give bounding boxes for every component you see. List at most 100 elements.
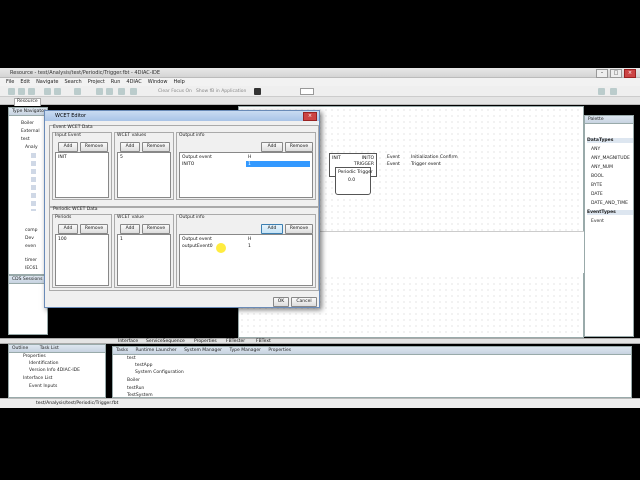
tab-system-manager[interactable]: System Manager: [184, 348, 222, 353]
tree-item[interactable]: IEC61: [25, 266, 38, 271]
tab-fbtext[interactable]: FBText: [256, 339, 271, 344]
fb-output-inito[interactable]: INITO: [362, 156, 374, 161]
menu-4diac[interactable]: 4DIAC: [126, 79, 141, 85]
menu-edit[interactable]: Edit: [20, 79, 30, 85]
remove-input-event-button[interactable]: Remove: [80, 142, 108, 152]
palette-item[interactable]: ANY: [591, 147, 600, 152]
output-info-table-1[interactable]: Output event H INITO 1: [179, 152, 313, 198]
list-item[interactable]: 100: [58, 237, 67, 242]
close-window-button[interactable]: ×: [624, 69, 636, 78]
palette-item[interactable]: DATE_AND_TIME: [591, 201, 628, 206]
maximize-button[interactable]: □: [610, 69, 622, 78]
wcet-values-list[interactable]: 5: [117, 152, 171, 198]
table-cell-h[interactable]: 1: [248, 162, 251, 167]
zoom-icon[interactable]: [254, 88, 261, 95]
menu-search[interactable]: Search: [65, 79, 82, 85]
outline-item[interactable]: Properties: [23, 354, 46, 359]
wcet-value-list[interactable]: 1: [117, 234, 171, 286]
remove-wcet-period-button[interactable]: Remove: [142, 224, 170, 234]
cancel-button[interactable]: Cancel: [291, 297, 317, 307]
output-info-table-2[interactable]: Output event H outputEvent0 1: [179, 234, 313, 286]
list-item[interactable]: 5: [120, 155, 123, 160]
run-icon[interactable]: [54, 88, 61, 95]
add-output-info-button[interactable]: Add: [261, 142, 283, 152]
new-icon[interactable]: [8, 88, 15, 95]
tab-tasks[interactable]: Tasks: [116, 348, 128, 353]
palette-item[interactable]: Event: [591, 219, 604, 224]
clear-focus-button[interactable]: Clear Focus On: [158, 89, 192, 94]
list-item[interactable]: INIT: [58, 155, 67, 160]
add-period-button[interactable]: Add: [58, 224, 78, 234]
outline-item[interactable]: Interface List: [23, 376, 52, 381]
debug-icon[interactable]: [44, 88, 51, 95]
task-item[interactable]: testRun: [127, 386, 144, 391]
task-item[interactable]: testApp: [135, 363, 152, 368]
ok-button[interactable]: OK: [273, 297, 289, 307]
menu-project[interactable]: Project: [88, 79, 105, 85]
tree-item[interactable]: Analy: [25, 145, 38, 150]
palette-item[interactable]: BOOL: [591, 174, 604, 179]
menu-run[interactable]: Run: [111, 79, 121, 85]
palette-category-eventtypes[interactable]: EventTypes: [587, 210, 633, 215]
tab-task-list[interactable]: Task List: [40, 346, 59, 351]
tree-item[interactable]: Dev: [25, 236, 34, 241]
palette-item[interactable]: DATE: [591, 192, 603, 197]
remove-wcet-value-button[interactable]: Remove: [142, 142, 170, 152]
remove-output-info-button[interactable]: Remove: [285, 142, 313, 152]
tree-item[interactable]: Boiler: [21, 121, 34, 126]
tab-type-manager[interactable]: Type Manager: [229, 348, 261, 353]
add-input-event-button[interactable]: Add: [58, 142, 78, 152]
zoom-combo[interactable]: [300, 88, 314, 95]
palette-item[interactable]: ANY_MAGNITUDE: [591, 156, 630, 161]
outline-item[interactable]: Version Info 4DIAC-IDE: [29, 368, 80, 373]
tab-properties-bottom[interactable]: Properties: [268, 348, 291, 353]
tab-runtime-launcher[interactable]: Runtime Launcher: [136, 348, 177, 353]
remove-periodic-output-button[interactable]: Remove: [285, 224, 313, 234]
palette-item[interactable]: ANY_NUM: [591, 165, 613, 170]
add-periodic-output-button[interactable]: Add: [261, 224, 283, 234]
forward-icon[interactable]: [106, 88, 113, 95]
tree-item[interactable]: test: [21, 137, 30, 142]
tree-item[interactable]: comp: [25, 228, 37, 233]
list-item[interactable]: 1: [120, 237, 123, 242]
outline-item[interactable]: Event Inputs: [29, 384, 57, 389]
add-wcet-period-button[interactable]: Add: [120, 224, 140, 234]
tab-service-sequence[interactable]: ServiceSequence: [146, 339, 185, 344]
table-cell-h[interactable]: 1: [248, 244, 251, 249]
palette-category-datatypes[interactable]: DataTypes: [587, 138, 633, 143]
task-item[interactable]: Boiler: [127, 378, 140, 383]
outline-item[interactable]: Identification: [29, 361, 59, 366]
fb-body[interactable]: Periodic Trigger 0.0: [335, 167, 373, 195]
dialog-close-button[interactable]: ×: [303, 112, 317, 121]
tool-icon[interactable]: [118, 88, 125, 95]
perspective2-icon[interactable]: [610, 88, 617, 95]
tree-item[interactable]: timer: [25, 258, 37, 263]
table-row[interactable]: INITO: [182, 162, 194, 167]
input-event-list[interactable]: INIT: [55, 152, 109, 198]
save-icon[interactable]: [18, 88, 25, 95]
fb-input-event[interactable]: INIT: [332, 156, 341, 161]
add-wcet-value-button[interactable]: Add: [120, 142, 140, 152]
table-row[interactable]: outputEvent0: [182, 244, 213, 249]
tab-fbtester[interactable]: FBTester: [226, 339, 245, 344]
back-icon[interactable]: [96, 88, 103, 95]
tree-item[interactable]: External: [21, 129, 40, 134]
tab-properties[interactable]: Properties: [194, 339, 217, 344]
search-icon[interactable]: [74, 88, 81, 95]
menu-window[interactable]: Window: [148, 79, 168, 85]
palette-item[interactable]: BYTE: [591, 183, 602, 188]
tab-resource[interactable]: Resource: [14, 98, 41, 106]
menu-navigate[interactable]: Navigate: [36, 79, 58, 85]
tool2-icon[interactable]: [130, 88, 137, 95]
print-icon[interactable]: [28, 88, 35, 95]
menu-help[interactable]: Help: [173, 79, 184, 85]
menu-file[interactable]: File: [6, 79, 14, 85]
task-item[interactable]: System Configuration: [135, 370, 184, 375]
periods-list[interactable]: 100: [55, 234, 109, 286]
tab-interface[interactable]: Interface: [118, 339, 138, 344]
tab-outline[interactable]: Outline: [12, 346, 28, 351]
task-item[interactable]: test: [127, 356, 136, 361]
remove-period-button[interactable]: Remove: [80, 224, 108, 234]
minimize-button[interactable]: –: [596, 69, 608, 78]
tree-item[interactable]: even: [25, 244, 36, 249]
